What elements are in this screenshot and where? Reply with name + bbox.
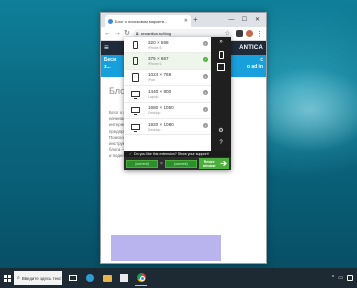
resolution-item[interactable]: 1440 × 900 Laptop i bbox=[124, 86, 211, 103]
resize-label-line-2: window bbox=[202, 163, 216, 168]
expand-icon[interactable]: » bbox=[219, 39, 222, 46]
search-icon: ⌕ bbox=[17, 275, 20, 281]
phone-icon bbox=[128, 40, 142, 49]
tab-strip: Блог о поисковом маркети... ✕ + — ☐ ✕ bbox=[101, 13, 266, 27]
store-icon[interactable] bbox=[118, 272, 130, 284]
monitor-icon bbox=[128, 90, 142, 99]
tablet-icon bbox=[128, 72, 142, 82]
info-icon[interactable]: i bbox=[203, 73, 208, 79]
settings-gear-icon[interactable]: ⚙ bbox=[218, 128, 223, 135]
banner-right-line-2: o ad in bbox=[246, 64, 263, 70]
info-icon[interactable]: i bbox=[203, 90, 208, 96]
tab-title: Блог о поисковом маркети... bbox=[115, 18, 168, 24]
bookmark-star-icon[interactable]: ☆ bbox=[225, 30, 230, 37]
profile-avatar[interactable] bbox=[246, 30, 253, 37]
start-button[interactable] bbox=[0, 274, 14, 282]
resolution-list: 320 × 568 iPhone 5 i 375 × 667 iPhone 6 … bbox=[124, 37, 211, 151]
support-text: Do you like this extension? Show your su… bbox=[134, 152, 209, 156]
menu-icon[interactable]: ⋮ bbox=[256, 30, 263, 38]
resolution-item-active[interactable]: 375 × 667 iPhone 6 ✓ bbox=[124, 53, 211, 70]
system-tray: ^ ▭ bbox=[332, 275, 357, 281]
chrome-icon[interactable] bbox=[135, 270, 147, 286]
resolution-label: Desktop bbox=[148, 127, 161, 132]
viewport-square-icon[interactable] bbox=[217, 63, 225, 71]
resize-action-bar: (current) × (current) Resize window ➔ bbox=[124, 157, 231, 170]
maximize-icon[interactable]: ☐ bbox=[238, 13, 251, 27]
resize-window-button[interactable]: Resize window ➔ bbox=[198, 158, 229, 169]
new-tab-icon[interactable]: + bbox=[193, 15, 198, 25]
resolution-item[interactable]: 1024 × 768 iPad i bbox=[124, 70, 211, 87]
taskbar-search[interactable]: ⌕ Введите здесь текст для поиска bbox=[14, 271, 62, 285]
url-text[interactable]: seoantica.ru/blog bbox=[141, 31, 223, 36]
viewport-phone-icon[interactable] bbox=[218, 51, 224, 59]
phone-icon bbox=[128, 57, 142, 66]
image-placeholder bbox=[111, 235, 221, 261]
site-logo[interactable]: ANTICA bbox=[239, 45, 263, 51]
height-field[interactable]: (current) bbox=[164, 159, 197, 168]
notifications-icon[interactable] bbox=[347, 275, 353, 281]
banner-right-line-1: с bbox=[260, 57, 263, 63]
network-icon[interactable]: ▭ bbox=[338, 275, 343, 281]
resolution-size: 1920 × 1080 bbox=[148, 121, 174, 127]
lock-icon[interactable]: 🔒︎ bbox=[136, 31, 139, 37]
check-icon: ✔ bbox=[129, 152, 133, 156]
resolution-label: Laptop bbox=[148, 94, 159, 99]
edge-browser-icon[interactable] bbox=[84, 272, 96, 284]
resizer-sidebar: » ⚙ ? bbox=[211, 37, 231, 151]
resolution-size: 320 × 568 bbox=[148, 39, 169, 45]
info-icon[interactable]: i bbox=[203, 122, 208, 128]
window-controls: — ☐ ✕ bbox=[225, 13, 264, 27]
forward-icon[interactable]: → bbox=[114, 29, 121, 39]
info-icon[interactable]: i bbox=[203, 41, 208, 46]
windows-logo-icon bbox=[3, 274, 11, 282]
favicon-icon bbox=[108, 18, 113, 24]
minimize-icon[interactable]: — bbox=[225, 13, 238, 27]
resizer-extension-popup: 320 × 568 iPhone 5 i 375 × 667 iPhone 6 … bbox=[124, 37, 231, 170]
check-icon[interactable]: ✓ bbox=[203, 57, 208, 63]
task-view-icon[interactable] bbox=[67, 272, 79, 284]
resolution-label: iPhone 5 bbox=[148, 45, 162, 50]
file-explorer-icon[interactable] bbox=[101, 272, 113, 284]
hamburger-menu-icon[interactable]: ≡ bbox=[104, 43, 109, 53]
resolution-label: iPhone 6 bbox=[148, 62, 162, 67]
help-icon[interactable]: ? bbox=[219, 140, 222, 147]
windows-taskbar: ⌕ Введите здесь текст для поиска ^ ▭ bbox=[0, 268, 357, 288]
info-icon[interactable]: i bbox=[203, 106, 208, 112]
resolution-label: iPad bbox=[148, 78, 155, 83]
monitor-icon bbox=[128, 123, 142, 132]
arrow-right-icon: ➔ bbox=[220, 158, 227, 168]
width-field[interactable]: (current) bbox=[126, 159, 158, 168]
resolution-item[interactable]: 1680 × 1050 Desktop i bbox=[124, 103, 211, 119]
close-window-icon[interactable]: ✕ bbox=[251, 13, 264, 27]
search-placeholder: Введите здесь текст для поиска bbox=[21, 275, 62, 281]
resize-label-line-1: Resize bbox=[203, 159, 215, 164]
monitor-icon bbox=[128, 107, 142, 116]
browser-tab[interactable]: Блог о поисковом маркети... ✕ bbox=[105, 15, 191, 27]
back-icon[interactable]: ← bbox=[104, 29, 111, 39]
resolution-item[interactable]: 320 × 568 iPhone 5 i bbox=[124, 37, 211, 54]
close-icon[interactable]: ✕ bbox=[184, 18, 188, 24]
tray-chevron-icon[interactable]: ^ bbox=[332, 275, 334, 281]
resolution-item[interactable]: 1920 × 1080 Desktop i bbox=[124, 119, 211, 136]
resolution-label: Desktop bbox=[148, 111, 161, 116]
extension-icon[interactable] bbox=[236, 30, 243, 37]
resolution-size: 1440 × 900 bbox=[148, 88, 172, 94]
banner-right-text: с o ad in bbox=[247, 57, 263, 71]
resize-button-label: Resize window bbox=[203, 160, 215, 168]
times-sign: × bbox=[160, 160, 163, 167]
